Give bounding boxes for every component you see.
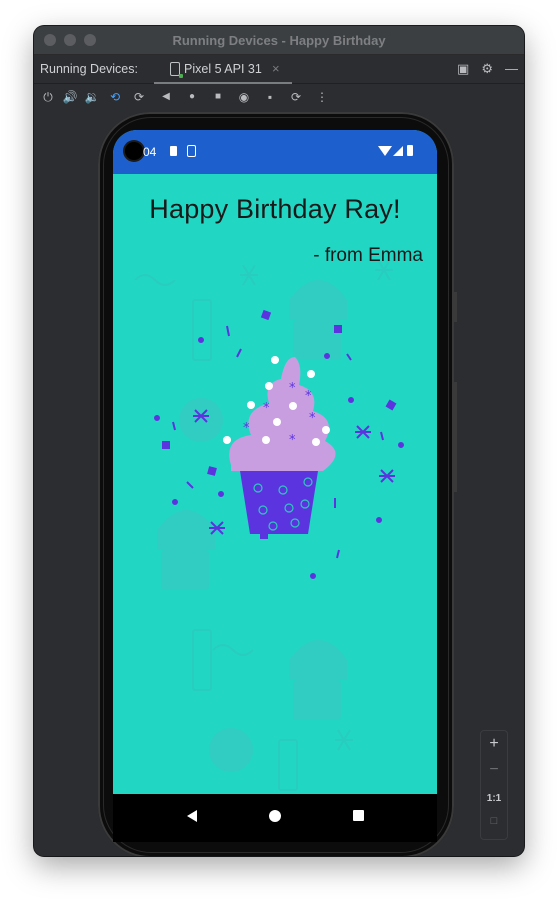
home-button[interactable] bbox=[269, 810, 281, 822]
home-icon[interactable]: ● bbox=[184, 89, 200, 105]
hide-panel-icon[interactable]: — bbox=[505, 61, 518, 77]
running-devices-label: Running Devices: bbox=[40, 62, 138, 76]
device-tab-row: Running Devices: Pixel 5 API 31 × ▣ ⚙ — bbox=[34, 55, 524, 84]
snapshot-icon[interactable]: ⟳ bbox=[288, 89, 304, 105]
signature-text: - from Emma bbox=[313, 245, 423, 266]
power-button bbox=[454, 292, 457, 322]
volume-down-icon[interactable]: 🔉 bbox=[84, 89, 100, 105]
svg-text:*: * bbox=[263, 401, 270, 416]
svg-text:*: * bbox=[309, 411, 316, 426]
volume-rocker bbox=[454, 382, 457, 492]
recents-button[interactable] bbox=[353, 810, 364, 821]
screen-record-icon[interactable]: ▪ bbox=[262, 89, 278, 105]
fit-screen-icon[interactable]: □ bbox=[481, 815, 507, 827]
ide-window: Running Devices - Happy Birthday Running… bbox=[34, 26, 524, 856]
gear-icon[interactable]: ⚙ bbox=[481, 61, 493, 77]
tab-pixel-5[interactable]: Pixel 5 API 31 × bbox=[154, 55, 292, 84]
phone-frame: 04 * * * * * * Happy Birthday Ray! - fro… bbox=[98, 112, 457, 856]
cupcake-illustration: * * * * * * bbox=[223, 356, 336, 534]
volume-up-icon[interactable]: 🔊 bbox=[62, 89, 78, 105]
back-icon[interactable]: ◀ bbox=[158, 89, 174, 105]
screenshot-icon[interactable]: ◉ bbox=[236, 89, 252, 105]
actual-size-button[interactable]: 1:1 bbox=[481, 793, 507, 804]
back-button[interactable] bbox=[187, 810, 197, 822]
svg-text:*: * bbox=[243, 421, 250, 436]
zoom-in-button[interactable]: + bbox=[481, 735, 507, 753]
tab-label: Pixel 5 API 31 bbox=[184, 62, 262, 76]
birthday-background-pattern: * * * * * * bbox=[134, 259, 404, 791]
svg-text:*: * bbox=[289, 433, 296, 448]
svg-text:*: * bbox=[289, 381, 296, 396]
overview-icon[interactable]: ■ bbox=[210, 89, 226, 105]
title-bar: Running Devices - Happy Birthday bbox=[34, 26, 524, 55]
svg-text:*: * bbox=[305, 389, 312, 404]
phone-icon bbox=[170, 62, 183, 78]
window-title: Running Devices - Happy Birthday bbox=[172, 33, 386, 48]
close-tab-icon[interactable]: × bbox=[272, 61, 280, 76]
device-screen[interactable]: 04 * * * * * * Happy Birthday Ray! - fro… bbox=[113, 130, 437, 794]
panel-actions: ▣ ⚙ — bbox=[457, 61, 518, 77]
birthday-greeting: Happy Birthday Ray! bbox=[149, 194, 401, 224]
layout-icon[interactable]: ▣ bbox=[457, 61, 469, 77]
rotate-right-icon[interactable]: ⟳ bbox=[131, 89, 147, 105]
device-toolbar: ⏻ 🔊 🔉 ⟲ ⟳ ◀ ● ■ ◉ ▪ ⟳ ⋮ bbox=[34, 84, 524, 110]
zoom-out-button[interactable]: − bbox=[481, 761, 507, 779]
power-icon[interactable]: ⏻ bbox=[40, 89, 56, 105]
navigation-bar bbox=[113, 794, 437, 842]
more-icon[interactable]: ⋮ bbox=[314, 89, 330, 105]
rotate-left-icon[interactable]: ⟲ bbox=[107, 89, 123, 105]
zoom-controls: + − 1:1 □ bbox=[480, 730, 508, 840]
